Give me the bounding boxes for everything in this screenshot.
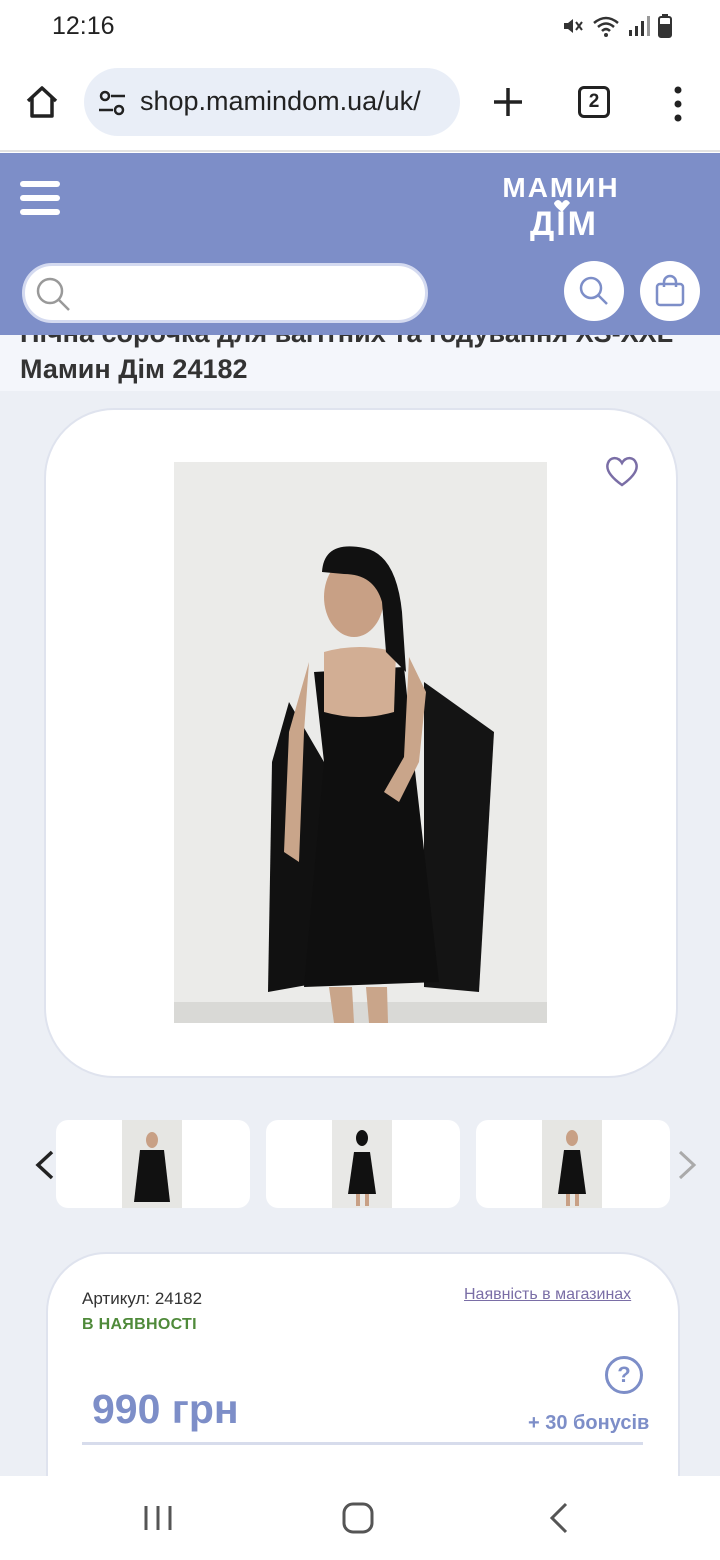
svg-text:ДІМ: ДІМ	[530, 205, 598, 241]
product-price: 990 грн	[92, 1386, 239, 1432]
recent-apps-icon[interactable]	[138, 1498, 178, 1538]
divider	[82, 1442, 643, 1445]
search-input[interactable]	[81, 276, 411, 312]
home-nav-icon[interactable]	[338, 1498, 378, 1538]
search-button[interactable]	[564, 261, 624, 321]
browser-toolbar: shop.mamindom.ua/uk/ 2	[0, 52, 720, 152]
thumbnail-3[interactable]	[476, 1120, 670, 1208]
thumbnail-image	[122, 1120, 182, 1208]
store-availability-link[interactable]: Наявність в магазинах	[464, 1286, 631, 1304]
status-icons	[560, 14, 672, 38]
product-title-strip: Нічна сорочка для вагітних та годування …	[0, 335, 720, 391]
status-bar: 12:16	[0, 0, 720, 52]
shopping-bag-icon	[655, 274, 685, 307]
battery-icon	[658, 14, 672, 38]
chevron-right-icon[interactable]	[672, 1148, 702, 1182]
home-icon[interactable]	[22, 82, 62, 122]
favorite-heart-icon[interactable]	[604, 454, 640, 488]
thumbnail-image	[332, 1120, 392, 1208]
search-icon	[579, 276, 608, 305]
search-icon	[36, 277, 70, 311]
product-title: Нічна сорочка для вагітних та годування …	[20, 335, 673, 384]
availability-status: В НАЯВНОСТІ	[82, 1316, 197, 1333]
site-settings-icon[interactable]	[98, 90, 126, 116]
tab-switcher-button[interactable]: 2	[578, 86, 610, 118]
bonus-points: + 30 бонусів	[528, 1412, 650, 1434]
new-tab-icon[interactable]	[488, 82, 528, 122]
site-logo[interactable]: МАМИН ДІМ	[496, 165, 626, 241]
thumbnail-image	[542, 1120, 602, 1208]
hamburger-menu-icon[interactable]	[20, 181, 60, 219]
url-bar[interactable]: shop.mamindom.ua/uk/	[84, 68, 460, 136]
cart-button[interactable]	[640, 261, 700, 321]
status-time: 12:16	[52, 12, 115, 40]
search-field[interactable]	[22, 263, 428, 323]
system-nav-bar	[0, 1476, 720, 1560]
svg-text:МАМИН: МАМИН	[502, 172, 619, 203]
signal-icon	[629, 16, 650, 36]
wifi-icon	[593, 16, 619, 37]
url-text: shop.mamindom.ua/uk/	[140, 86, 421, 116]
help-icon[interactable]: ?	[605, 1356, 643, 1394]
thumbnail-2[interactable]	[266, 1120, 460, 1208]
more-menu-icon[interactable]	[668, 84, 688, 124]
mute-icon	[564, 19, 583, 33]
site-header: МАМИН ДІМ	[0, 153, 720, 335]
article-number: Артикул: 24182	[82, 1289, 203, 1308]
thumbnail-1[interactable]	[56, 1120, 250, 1208]
product-photo[interactable]	[174, 462, 547, 1023]
back-nav-icon[interactable]	[540, 1498, 580, 1538]
